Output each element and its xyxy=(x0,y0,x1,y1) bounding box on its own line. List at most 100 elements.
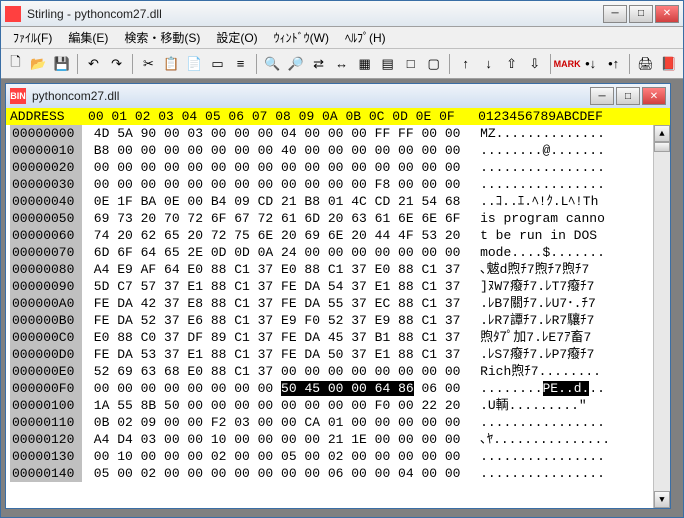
hex-view[interactable]: ADDRESS 00 01 02 03 04 05 06 07 08 09 0A… xyxy=(6,108,670,508)
hex-row[interactable]: 00000060 74 20 62 65 20 72 75 6E 20 69 6… xyxy=(10,227,666,244)
undo-icon[interactable]: ↶ xyxy=(83,53,104,75)
hex-row[interactable]: 00000000 4D 5A 90 00 03 00 00 00 04 00 0… xyxy=(10,125,666,142)
bytes-cell[interactable]: 00 00 00 00 00 00 00 00 00 00 00 00 00 0… xyxy=(82,159,460,176)
hex-row[interactable]: 000000C0 E0 88 C0 37 DF 89 C1 37 FE DA 4… xyxy=(10,329,666,346)
hex-row[interactable]: 00000100 1A 55 8B 50 00 00 00 00 00 00 0… xyxy=(10,397,666,414)
replace-icon[interactable]: ⇄ xyxy=(308,53,329,75)
ascii-cell[interactable]: ........PE..d... xyxy=(460,380,604,397)
ascii-cell[interactable]: .ﾚB7關ﾁ7.ﾚU7･.ﾁ7 xyxy=(460,295,595,312)
bytes-cell[interactable]: 00 10 00 00 00 02 00 00 05 00 02 00 00 0… xyxy=(82,448,460,465)
hex-row[interactable]: 00000110 0B 02 09 00 00 F2 03 00 00 CA 0… xyxy=(10,414,666,431)
bytes-cell[interactable]: 00 00 00 00 00 00 00 00 50 45 00 00 64 8… xyxy=(82,380,460,397)
bytes-cell[interactable]: 4D 5A 90 00 03 00 00 00 04 00 00 00 FF F… xyxy=(82,125,460,142)
scroll-up-icon[interactable]: ▲ xyxy=(654,125,670,142)
mdi-close-button[interactable]: ✕ xyxy=(642,87,666,105)
arrow-up-icon[interactable]: ↑ xyxy=(455,53,476,75)
mdi-minimize-button[interactable]: ─ xyxy=(590,87,614,105)
ascii-cell[interactable]: ................ xyxy=(460,176,604,193)
print-icon[interactable]: 🖨 xyxy=(635,53,656,75)
paste-icon[interactable]: 📄 xyxy=(184,53,205,75)
hex-row[interactable]: 000000A0 FE DA 42 37 E8 88 C1 37 FE DA 5… xyxy=(10,295,666,312)
ascii-cell[interactable]: ..ｺ..ｴ.ﾍ!ｸ.Lﾍ!Th xyxy=(460,193,598,210)
close-button[interactable]: ✕ xyxy=(655,5,679,23)
find-next-icon[interactable]: 🔎 xyxy=(285,53,306,75)
hex-row[interactable]: 000000D0 FE DA 53 37 E1 88 C1 37 FE DA 5… xyxy=(10,346,666,363)
save-icon[interactable]: 💾 xyxy=(51,53,72,75)
bytes-cell[interactable]: A4 D4 03 00 00 10 00 00 00 00 21 1E 00 0… xyxy=(82,431,460,448)
hex-row[interactable]: 00000070 6D 6F 64 65 2E 0D 0D 0A 24 00 0… xyxy=(10,244,666,261)
bytes-cell[interactable]: FE DA 52 37 E6 88 C1 37 E9 F0 52 37 E9 8… xyxy=(82,312,460,329)
scroll-down-icon[interactable]: ▼ xyxy=(654,491,670,508)
tool-icon[interactable]: ▤ xyxy=(377,53,398,75)
hex-body[interactable]: 00000000 4D 5A 90 00 03 00 00 00 04 00 0… xyxy=(6,125,670,508)
ascii-cell[interactable]: MZ.............. xyxy=(460,125,604,142)
hex-row[interactable]: 00000040 0E 1F BA 0E 00 B4 09 CD 21 B8 0… xyxy=(10,193,666,210)
main-titlebar[interactable]: Stirling - pythoncom27.dll ─ □ ✕ xyxy=(1,1,683,27)
menu-file[interactable]: ﾌｧｲﾙ(F) xyxy=(5,27,60,48)
bytes-cell[interactable]: E0 88 C0 37 DF 89 C1 37 FE DA 45 37 B1 8… xyxy=(82,329,460,346)
hex-row[interactable]: 00000010 B8 00 00 00 00 00 00 00 40 00 0… xyxy=(10,142,666,159)
bytes-cell[interactable]: 69 73 20 70 72 6F 67 72 61 6D 20 63 61 6… xyxy=(82,210,460,227)
ascii-cell[interactable]: ]ﾇW7癈ﾁ7.ﾚT7癈ﾁ7 xyxy=(460,278,594,295)
cut-icon[interactable]: ✂ xyxy=(138,53,159,75)
menu-help[interactable]: ﾍﾙﾌﾟ(H) xyxy=(337,27,394,48)
ascii-cell[interactable]: ､ﾔ............... xyxy=(460,431,610,448)
bytes-cell[interactable]: 52 69 63 68 E0 88 C1 37 00 00 00 00 00 0… xyxy=(82,363,460,380)
ascii-cell[interactable]: 煦ﾀ7ﾟ加7.ﾚE7ｱ畜7 xyxy=(460,329,591,346)
vertical-scrollbar[interactable]: ▲ ▼ xyxy=(653,125,670,508)
menu-settings[interactable]: 設定(O) xyxy=(208,27,265,48)
ascii-cell[interactable]: .U輌........." xyxy=(460,397,594,414)
hex-row[interactable]: 00000120 A4 D4 03 00 00 10 00 00 00 00 2… xyxy=(10,431,666,448)
menu-search[interactable]: 検索・移動(S) xyxy=(116,27,208,48)
mark-icon[interactable]: MARK xyxy=(556,53,578,75)
bytes-cell[interactable]: 0B 02 09 00 00 F2 03 00 00 CA 01 00 00 0… xyxy=(82,414,460,431)
tool-icon[interactable]: ▢ xyxy=(423,53,444,75)
ascii-cell[interactable]: Rich煦ﾁ7........ xyxy=(460,363,601,380)
menu-window[interactable]: ｳｨﾝﾄﾞｳ(W) xyxy=(266,27,337,48)
bytes-cell[interactable]: 5D C7 57 37 E1 88 C1 37 FE DA 54 37 E1 8… xyxy=(82,278,460,295)
hex-row[interactable]: 00000080 A4 E9 AF 64 E0 88 C1 37 E0 88 C… xyxy=(10,261,666,278)
book-icon[interactable]: 📕 xyxy=(658,53,679,75)
ascii-cell[interactable]: ................ xyxy=(460,414,604,431)
bytes-cell[interactable]: 0E 1F BA 0E 00 B4 09 CD 21 B8 01 4C CD 2… xyxy=(82,193,460,210)
mdi-titlebar[interactable]: BIN pythoncom27.dll ─ □ ✕ xyxy=(6,84,670,108)
ascii-cell[interactable]: ................ xyxy=(460,448,604,465)
maximize-button[interactable]: □ xyxy=(629,5,653,23)
open-icon[interactable]: 📂 xyxy=(28,53,49,75)
hex-row[interactable]: 00000020 00 00 00 00 00 00 00 00 00 00 0… xyxy=(10,159,666,176)
hex-row[interactable]: 000000E0 52 69 63 68 E0 88 C1 37 00 00 0… xyxy=(10,363,666,380)
ascii-cell[interactable]: ................ xyxy=(460,465,604,482)
hex-row[interactable]: 00000130 00 10 00 00 00 02 00 00 05 00 0… xyxy=(10,448,666,465)
selection[interactable]: 50 45 00 00 64 86 xyxy=(281,381,414,396)
bytes-cell[interactable]: 1A 55 8B 50 00 00 00 00 00 00 00 00 F0 0… xyxy=(82,397,460,414)
goto-icon[interactable]: ↔ xyxy=(331,53,352,75)
bytes-cell[interactable]: B8 00 00 00 00 00 00 00 40 00 00 00 00 0… xyxy=(82,142,460,159)
ascii-cell[interactable]: mode....$....... xyxy=(460,244,604,261)
bytes-cell[interactable]: 05 00 02 00 00 00 00 00 00 00 06 00 00 0… xyxy=(82,465,460,482)
find-icon[interactable]: 🔍 xyxy=(262,53,283,75)
ascii-cell[interactable]: ､魃d煦ﾁ7煦ﾁ7煦ﾁ7 xyxy=(460,261,589,278)
arrow-up2-icon[interactable]: ⇧ xyxy=(501,53,522,75)
bytes-cell[interactable]: 74 20 62 65 20 72 75 6E 20 69 6E 20 44 4… xyxy=(82,227,460,244)
tool-icon[interactable]: □ xyxy=(400,53,421,75)
scroll-thumb[interactable] xyxy=(654,142,670,152)
hex-row[interactable]: 000000B0 FE DA 52 37 E6 88 C1 37 E9 F0 5… xyxy=(10,312,666,329)
bytes-cell[interactable]: FE DA 53 37 E1 88 C1 37 FE DA 50 37 E1 8… xyxy=(82,346,460,363)
redo-icon[interactable]: ↷ xyxy=(106,53,127,75)
ascii-cell[interactable]: is program canno xyxy=(460,210,604,227)
bytes-cell[interactable]: FE DA 42 37 E8 88 C1 37 FE DA 55 37 EC 8… xyxy=(82,295,460,312)
ascii-cell[interactable]: .ﾚR7譚ﾁ7.ﾚR7驤ﾁ7 xyxy=(460,312,594,329)
mdi-maximize-button[interactable]: □ xyxy=(616,87,640,105)
tool-icon[interactable]: ▭ xyxy=(207,53,228,75)
hex-row[interactable]: 00000050 69 73 20 70 72 6F 67 72 61 6D 2… xyxy=(10,210,666,227)
hex-row[interactable]: 00000140 05 00 02 00 00 00 00 00 00 00 0… xyxy=(10,465,666,482)
tool-icon[interactable]: ▦ xyxy=(354,53,375,75)
ascii-cell[interactable]: .ﾚS7癈ﾁ7.ﾚP7癈ﾁ7 xyxy=(460,346,594,363)
ascii-cell[interactable]: t be run in DOS xyxy=(460,227,604,244)
copy-icon[interactable]: 📋 xyxy=(161,53,182,75)
selection-ascii[interactable]: PE..d. xyxy=(543,381,590,396)
hex-row[interactable]: 00000030 00 00 00 00 00 00 00 00 00 00 0… xyxy=(10,176,666,193)
dot-down-icon[interactable]: •↓ xyxy=(580,53,601,75)
dot-up-icon[interactable]: •↑ xyxy=(603,53,624,75)
ascii-cell[interactable]: ........@....... xyxy=(460,142,604,159)
